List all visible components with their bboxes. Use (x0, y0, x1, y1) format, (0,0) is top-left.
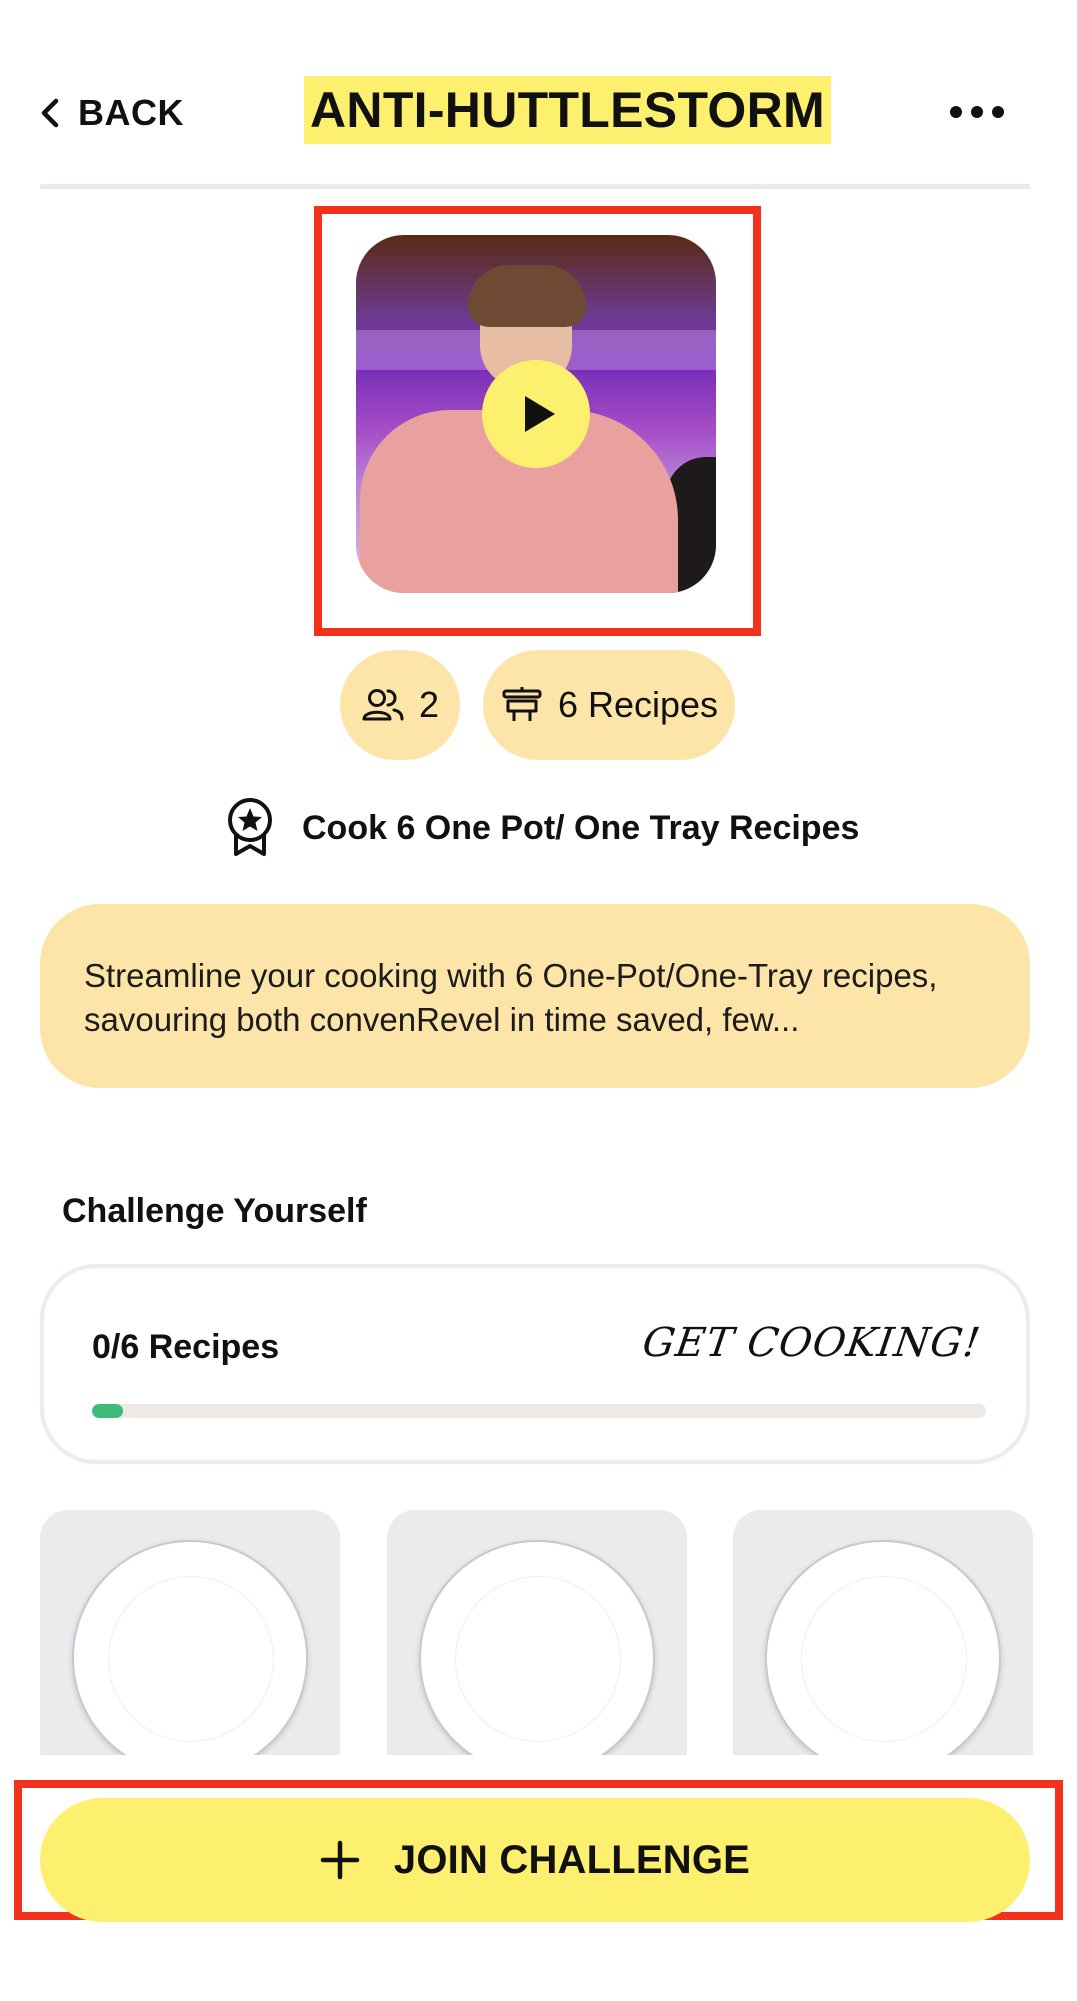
members-count-pill[interactable]: 2 (340, 650, 460, 760)
progress-bar (92, 1404, 986, 1418)
challenge-goal: Cook 6 One Pot/ One Tray Recipes (224, 796, 859, 860)
play-button[interactable] (482, 360, 590, 468)
recipes-count-pill[interactable]: 6 Recipes (483, 650, 735, 760)
join-challenge-label: JOIN CHALLENGE (393, 1837, 751, 1882)
page-title: ANTI-HUTTLESTORM (310, 82, 825, 138)
recipe-slot-1[interactable] (40, 1510, 340, 1755)
progress-label: 0/6 Recipes (92, 1328, 280, 1366)
progress-card: 0/6 Recipes GET COOKING! (40, 1264, 1030, 1464)
empty-plate-image (72, 1540, 308, 1755)
more-dot (950, 106, 962, 118)
join-challenge-button[interactable]: JOIN CHALLENGE (40, 1798, 1030, 1922)
more-dot (992, 106, 1004, 118)
video-person-hair (468, 265, 586, 327)
users-icon (362, 689, 404, 721)
more-options-icon[interactable] (950, 92, 1004, 132)
header-divider (40, 184, 1030, 189)
more-dot (971, 106, 983, 118)
empty-plate-image (765, 1540, 1001, 1755)
recipe-slot-2[interactable] (387, 1510, 687, 1755)
header: BACK ANTI-HUTTLESTORM (0, 0, 1077, 190)
back-button[interactable]: BACK (36, 92, 184, 134)
get-cooking-tagline: GET COOKING! (639, 1320, 984, 1366)
cooking-pot-icon (502, 687, 542, 721)
back-label: BACK (78, 92, 184, 133)
award-badge-icon (228, 798, 272, 856)
page-title-highlight: ANTI-HUTTLESTORM (304, 76, 831, 144)
recipe-slot-3[interactable] (733, 1510, 1033, 1755)
members-count: 2 (418, 684, 440, 725)
plus-icon (320, 1840, 360, 1880)
chevron-left-icon (41, 98, 59, 128)
recipes-count: 6 Recipes (557, 684, 719, 725)
play-icon (525, 396, 555, 432)
goal-text: Cook 6 One Pot/ One Tray Recipes (302, 808, 860, 847)
empty-plate-image (419, 1540, 655, 1755)
progress-bar-fill (92, 1404, 124, 1418)
challenge-description[interactable]: Streamline your cooking with 6 One-Pot/O… (40, 904, 1030, 1088)
challenge-section-title: Challenge Yourself (62, 1192, 367, 1230)
